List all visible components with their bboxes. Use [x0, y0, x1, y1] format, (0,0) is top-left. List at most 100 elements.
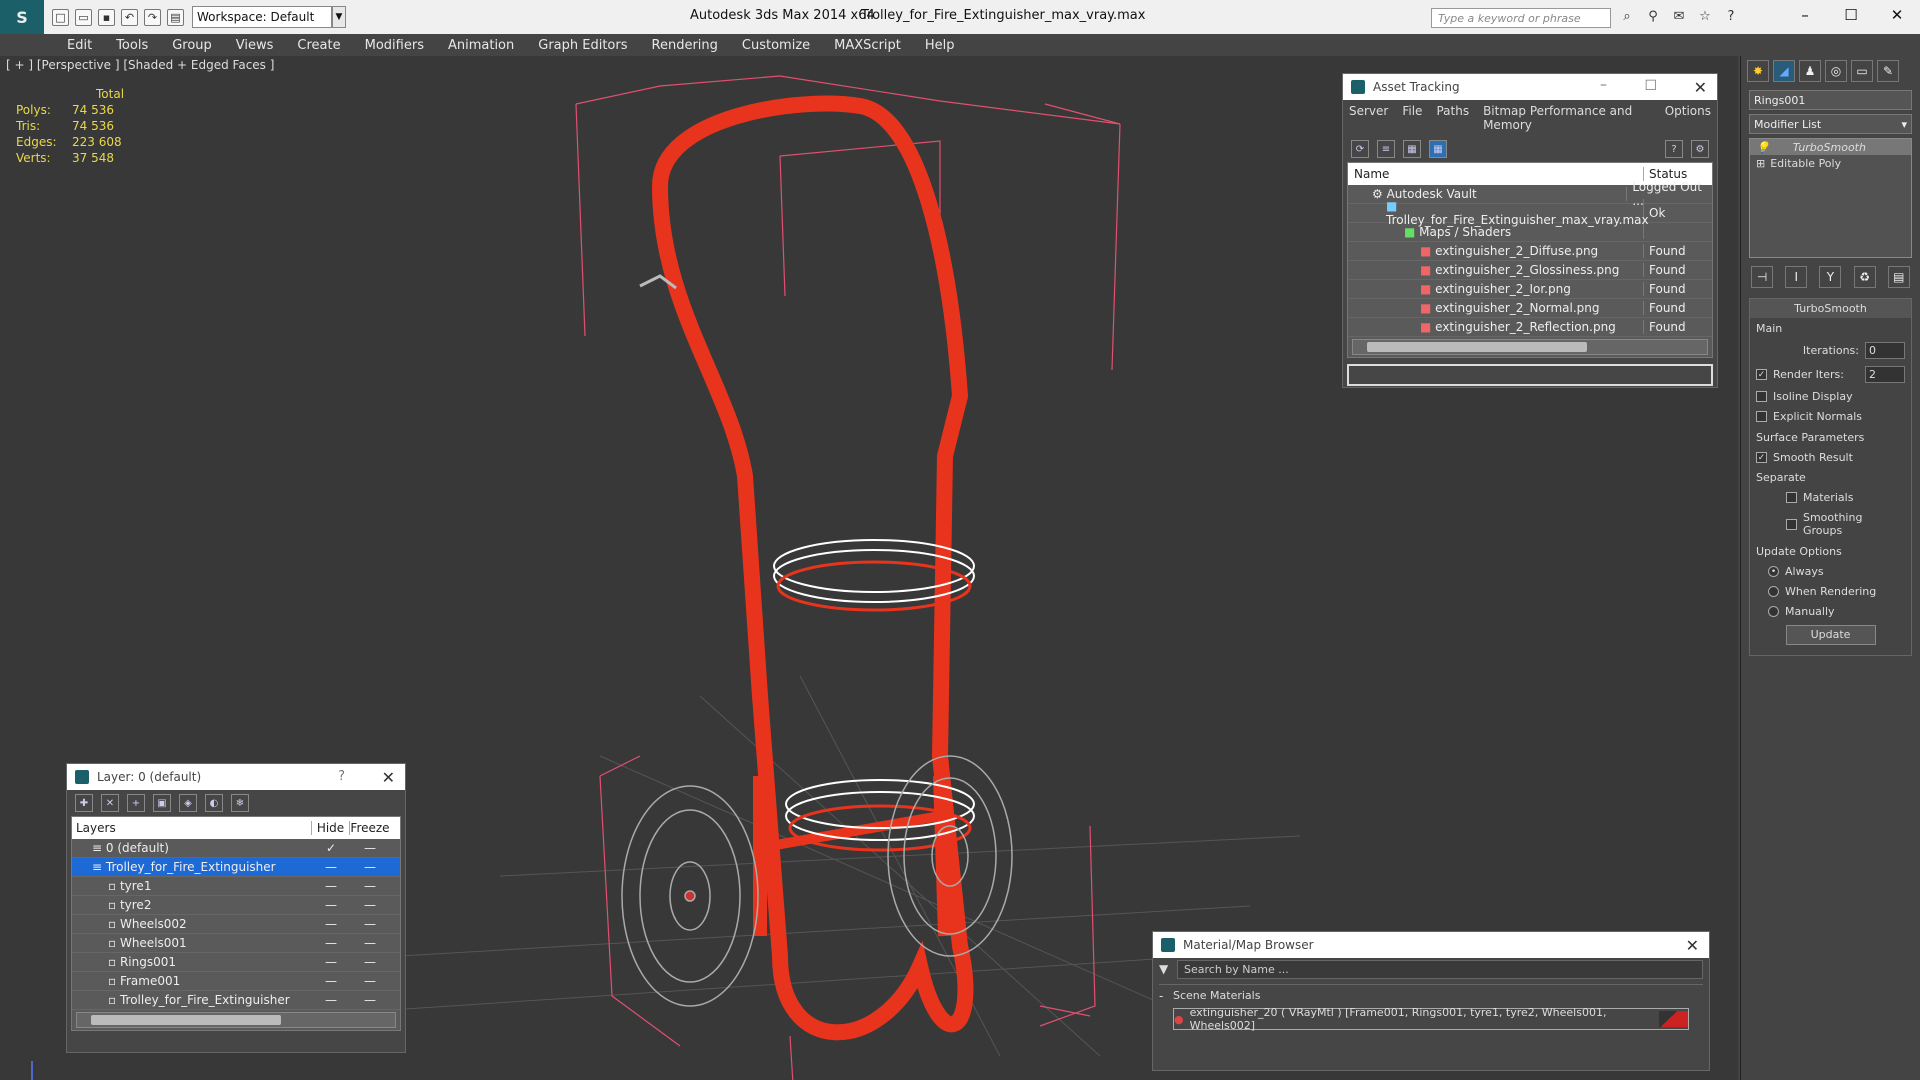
- iterations-spinner[interactable]: 0: [1865, 342, 1905, 359]
- asset-row[interactable]: ■ extinguisher_2_Normal.png Found: [1348, 299, 1712, 318]
- always-radio[interactable]: •: [1768, 566, 1779, 577]
- layer-row[interactable]: ▫ tyre1 — —: [72, 877, 400, 896]
- hide-toggle[interactable]: —: [312, 917, 350, 931]
- motion-tab-icon[interactable]: ◎: [1825, 60, 1847, 82]
- at-menu-paths[interactable]: Paths: [1436, 104, 1469, 132]
- col-name[interactable]: Name: [1348, 167, 1644, 181]
- asset-tracking-titlebar[interactable]: Asset Tracking – ☐ ✕: [1343, 74, 1717, 100]
- open-file-icon[interactable]: ▭: [75, 8, 92, 26]
- smoothing-groups-checkbox[interactable]: [1786, 518, 1797, 530]
- object-name-field[interactable]: Rings001: [1749, 90, 1912, 110]
- help-icon[interactable]: ?: [1665, 140, 1683, 158]
- search-input[interactable]: Type a keyword or phrase: [1431, 8, 1611, 28]
- freeze-toggle[interactable]: —: [350, 860, 390, 874]
- layer-row[interactable]: ▫ Frame001 — —: [72, 972, 400, 991]
- hide-toggle[interactable]: —: [312, 974, 350, 988]
- at-menu-server[interactable]: Server: [1349, 104, 1388, 132]
- menu-customize[interactable]: Customize: [730, 38, 822, 53]
- layer-row[interactable]: ▫ Trolley_for_Fire_Extinguisher — —: [72, 991, 400, 1010]
- asset-row[interactable]: ■ Maps / Shaders: [1348, 223, 1712, 242]
- hide-toggle[interactable]: —: [312, 993, 350, 1007]
- horizontal-scrollbar[interactable]: [76, 1012, 396, 1028]
- menu-group[interactable]: Group: [160, 38, 224, 53]
- asset-row[interactable]: ■ Trolley_for_Fire_Extinguisher_max_vray…: [1348, 199, 1712, 227]
- close-icon[interactable]: ✕: [1694, 78, 1707, 97]
- menu-tools[interactable]: Tools: [104, 38, 160, 53]
- show-end-result-icon[interactable]: I: [1785, 266, 1808, 288]
- utilities-tab-icon[interactable]: ✎: [1877, 60, 1899, 82]
- chevron-down-icon[interactable]: ▼: [332, 6, 346, 28]
- freeze-toggle[interactable]: —: [350, 841, 390, 855]
- refresh-icon[interactable]: ⟳: [1351, 140, 1369, 158]
- hide-toggle[interactable]: —: [312, 936, 350, 950]
- maximize-icon[interactable]: ☐: [1828, 0, 1874, 30]
- make-unique-icon[interactable]: Y: [1819, 266, 1842, 288]
- manually-radio[interactable]: [1768, 606, 1779, 617]
- layer-row[interactable]: ≡ Trolley_for_Fire_Extinguisher — —: [72, 858, 400, 877]
- menu-rendering[interactable]: Rendering: [640, 38, 730, 53]
- modify-tab-icon[interactable]: ◢: [1773, 60, 1795, 82]
- hide-toggle[interactable]: —: [312, 898, 350, 912]
- communication-icon[interactable]: ✉: [1670, 9, 1688, 27]
- menu-views[interactable]: Views: [224, 38, 286, 53]
- redo-icon[interactable]: ↷: [144, 8, 161, 26]
- checkmark-icon[interactable]: ✓: [312, 841, 350, 855]
- hide-toggle[interactable]: —: [312, 955, 350, 969]
- help-icon[interactable]: ?: [1722, 9, 1740, 27]
- minimize-icon[interactable]: –: [1782, 0, 1828, 30]
- col-status[interactable]: Status: [1644, 167, 1687, 181]
- new-file-icon[interactable]: □: [52, 8, 69, 26]
- rollout-title[interactable]: TurboSmooth: [1750, 299, 1911, 318]
- layer-titlebar[interactable]: Layer: 0 (default) ? ✕: [67, 764, 405, 790]
- explicit-normals-checkbox[interactable]: [1756, 411, 1767, 422]
- freeze-toggle[interactable]: —: [350, 936, 390, 950]
- menu-maxscript[interactable]: MAXScript: [822, 38, 913, 53]
- layer-row[interactable]: ▫ tyre2 — —: [72, 896, 400, 915]
- maximize-icon[interactable]: ☐: [1644, 78, 1657, 94]
- freeze-toggle[interactable]: —: [350, 879, 390, 893]
- freeze-toggle[interactable]: —: [350, 917, 390, 931]
- expand-icon[interactable]: ⊞: [1756, 157, 1765, 170]
- asset-row[interactable]: ■ extinguisher_2_Glossiness.png Found: [1348, 261, 1712, 280]
- layer-row[interactable]: ▫ Wheels001 — —: [72, 934, 400, 953]
- viewport-label[interactable]: [ + ] [Perspective ] [Shaded + Edged Fac…: [6, 58, 274, 72]
- layer-row[interactable]: ▫ Wheels002 — —: [72, 915, 400, 934]
- isoline-checkbox[interactable]: [1756, 391, 1767, 402]
- layer-row[interactable]: ≡ 0 (default) ✓ —: [72, 839, 400, 858]
- tree-view-icon[interactable]: ▦: [1403, 140, 1421, 158]
- save-icon[interactable]: ▪: [98, 8, 115, 26]
- asset-path-field[interactable]: [1347, 364, 1713, 386]
- remove-modifier-icon[interactable]: ♻: [1853, 266, 1876, 288]
- delete-layer-icon[interactable]: ✕: [101, 794, 119, 812]
- freeze-toggle[interactable]: —: [350, 993, 390, 1007]
- favorites-star-icon[interactable]: ☆: [1696, 9, 1714, 27]
- subscription-icon[interactable]: ⚲: [1644, 9, 1662, 27]
- asset-row[interactable]: ■ extinguisher_2_Diffuse.png Found: [1348, 242, 1712, 261]
- highlight-layer-icon[interactable]: ◈: [179, 794, 197, 812]
- menu-graph-editors[interactable]: Graph Editors: [526, 38, 639, 53]
- add-to-layer-icon[interactable]: +: [127, 794, 145, 812]
- lightbulb-icon[interactable]: 💡: [1756, 141, 1770, 154]
- minimize-icon[interactable]: –: [1600, 77, 1607, 93]
- materials-checkbox[interactable]: [1786, 492, 1797, 503]
- layer-row[interactable]: ▫ Rings001 — —: [72, 953, 400, 972]
- settings-icon[interactable]: ⚙: [1691, 140, 1709, 158]
- workspace-dropdown[interactable]: Workspace: Default: [192, 6, 332, 28]
- close-icon[interactable]: ✕: [1874, 0, 1920, 30]
- asset-row[interactable]: ■ extinguisher_2_Ior.png Found: [1348, 280, 1712, 299]
- freeze-all-icon[interactable]: ❄: [231, 794, 249, 812]
- when-rendering-radio[interactable]: [1768, 586, 1779, 597]
- scene-materials-group[interactable]: - Scene Materials: [1159, 984, 1703, 1006]
- col-freeze[interactable]: Freeze: [350, 821, 390, 835]
- chevron-down-icon[interactable]: ▼: [1159, 962, 1177, 976]
- project-folder-icon[interactable]: ▤: [167, 8, 184, 26]
- col-hide[interactable]: Hide: [312, 821, 350, 835]
- list-view-icon[interactable]: ≡: [1377, 140, 1395, 158]
- stack-item-editable-poly[interactable]: ⊞ Editable Poly: [1750, 155, 1911, 171]
- hierarchy-tab-icon[interactable]: ♟: [1799, 60, 1821, 82]
- hide-toggle[interactable]: —: [312, 879, 350, 893]
- at-menu-file[interactable]: File: [1402, 104, 1422, 132]
- at-menu-bitmap[interactable]: Bitmap Performance and Memory: [1483, 104, 1651, 132]
- col-layers[interactable]: Layers: [72, 821, 312, 835]
- menu-help[interactable]: Help: [913, 38, 967, 53]
